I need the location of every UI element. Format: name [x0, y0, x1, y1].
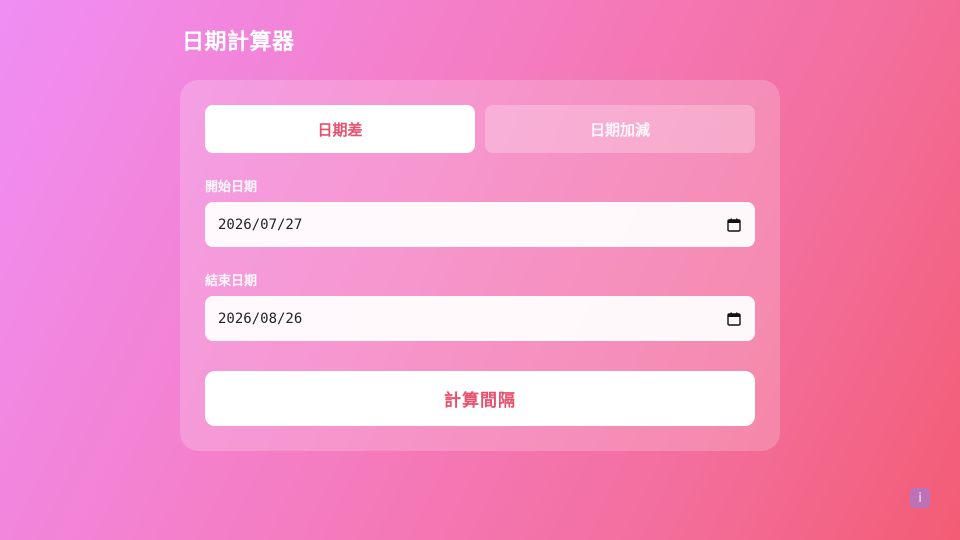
page-title: 日期計算器	[182, 30, 295, 55]
mode-tabs: 日期差 日期加減	[205, 105, 755, 153]
calendar-icon[interactable]	[727, 312, 741, 326]
calculate-interval-button[interactable]: 計算間隔	[205, 371, 755, 426]
calendar-icon[interactable]	[727, 218, 741, 232]
end-date-input[interactable]: 2026/08/26	[205, 296, 755, 341]
tab-date-difference[interactable]: 日期差	[205, 105, 475, 153]
calculator-card: 日期差 日期加減 開始日期 2026/07/27 結束日期 2026/08/26…	[180, 80, 780, 451]
info-icon[interactable]: i	[910, 488, 930, 508]
end-date-label: 結束日期	[205, 274, 258, 289]
start-date-input[interactable]: 2026/07/27	[205, 202, 755, 247]
tab-date-add-subtract[interactable]: 日期加減	[485, 105, 755, 153]
start-date-value: 2026/07/27	[218, 216, 303, 233]
start-date-label: 開始日期	[205, 180, 258, 195]
end-date-value: 2026/08/26	[218, 310, 303, 327]
